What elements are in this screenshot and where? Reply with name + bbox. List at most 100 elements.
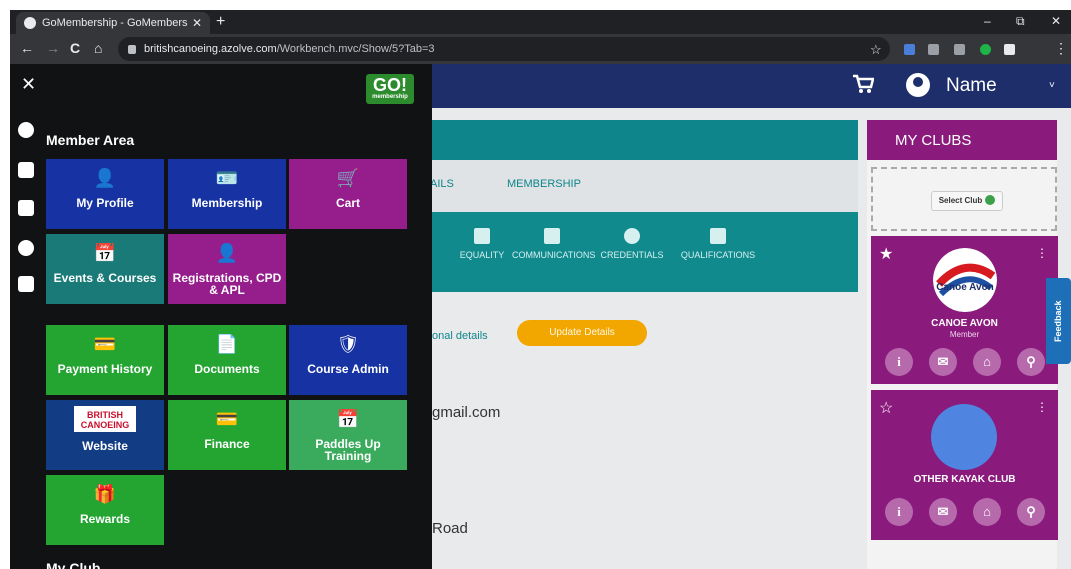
maximize-button[interactable]: ⧉ <box>1016 14 1025 29</box>
chrome-menu-icon[interactable]: ⋮ <box>1054 40 1068 57</box>
bookmark-star-icon[interactable]: ☆ <box>870 42 882 58</box>
back-button[interactable]: ← <box>20 40 34 56</box>
browser-window: GoMembership - GoMembership ✕ + – ⧉ ✕ ← … <box>10 10 1071 569</box>
tile-website[interactable]: BRITISH CANOEING Website <box>46 400 164 470</box>
screenshot-root: GoMembership - GoMembership ✕ + – ⧉ ✕ ← … <box>0 0 1071 569</box>
more-icon[interactable]: ⋮ <box>1036 246 1048 260</box>
tile-label: Registrations, CPD & APL <box>172 271 282 297</box>
tile-label: Course Admin <box>307 362 389 376</box>
tile-label: Website <box>82 439 128 453</box>
new-tab-button[interactable]: + <box>216 13 225 31</box>
tile-finance[interactable]: 💳 Finance <box>168 400 286 470</box>
extension-icon[interactable] <box>904 44 915 55</box>
strip-qualifications[interactable]: QUALIFICATIONS <box>678 228 758 260</box>
heart-icon[interactable] <box>18 122 34 138</box>
credit-card-icon: 💳 <box>93 334 117 354</box>
document-icon <box>544 228 560 244</box>
strip-equality[interactable]: EQUALITY <box>442 228 522 260</box>
extension-icon[interactable] <box>928 44 939 55</box>
url-host: britishcanoeing.azolve.com <box>144 43 277 55</box>
email-icon[interactable]: ✉ <box>929 348 957 376</box>
extension-icon[interactable] <box>954 44 965 55</box>
forward-button[interactable]: → <box>46 40 60 56</box>
home-icon[interactable]: ⌂ <box>973 498 1001 526</box>
lock-icon <box>128 44 136 54</box>
strip-credentials[interactable]: CREDENTIALS <box>592 228 672 260</box>
url-path: /Workbench.mvc/Show/5?Tab=3 <box>276 43 435 55</box>
tile-documents[interactable]: 📄 Documents <box>168 325 286 395</box>
my-club-title: My Club <box>46 560 101 569</box>
logout-icon[interactable] <box>18 276 34 292</box>
browser-tab[interactable]: GoMembership - GoMembership ✕ <box>16 12 210 34</box>
window-close-button[interactable]: ✕ <box>1051 14 1061 28</box>
strip-label: COMMUNICATIONS <box>512 250 596 260</box>
update-details-button[interactable]: Update Details <box>517 320 647 346</box>
tab-close-icon[interactable]: ✕ <box>192 16 202 30</box>
close-icon[interactable]: ✕ <box>21 74 36 95</box>
extension-icon[interactable] <box>980 44 991 55</box>
tab-details[interactable]: AILS <box>430 178 454 190</box>
logo-subtext: membership <box>372 94 408 100</box>
account-icon[interactable] <box>906 73 930 97</box>
club-name: CANOE AVON <box>931 318 998 329</box>
my-clubs-title: MY CLUBS <box>867 120 1057 160</box>
email-icon[interactable]: ✉ <box>929 498 957 526</box>
strip-label: QUALIFICATIONS <box>680 250 756 260</box>
tile-rewards[interactable]: 🎁 Rewards <box>46 475 164 545</box>
tile-payment-history[interactable]: 💳 Payment History <box>46 325 164 395</box>
select-club-button[interactable]: Select Club <box>931 191 1003 211</box>
location-icon[interactable]: ⚲ <box>1017 498 1045 526</box>
calendar-icon: 📅 <box>336 409 360 429</box>
address-bar[interactable]: britishcanoeing.azolve.com /Workbench.mv… <box>118 37 890 61</box>
favorite-star-icon[interactable]: ☆ <box>879 398 893 418</box>
strip-communications[interactable]: COMMUNICATIONS <box>512 228 596 260</box>
tile-registrations[interactable]: 👤 Registrations, CPD & APL <box>168 234 286 304</box>
user-add-icon: 👤 <box>215 243 239 263</box>
credit-card-icon: 💳 <box>215 409 239 429</box>
tab-membership[interactable]: MEMBERSHIP <box>507 178 581 190</box>
tile-membership[interactable]: 🪪 Membership <box>168 159 286 229</box>
badge-icon <box>624 228 640 244</box>
location-icon[interactable]: ⚲ <box>1017 348 1045 376</box>
club-card[interactable]: ☆ ⋮ OTHER KAYAK CLUB i ✉ ⌂ ⚲ <box>871 390 1058 540</box>
favorite-star-icon[interactable]: ★ <box>879 244 893 264</box>
tab-title: GoMembership - GoMembership <box>42 17 188 29</box>
globe-icon <box>24 17 36 29</box>
tile-label: Cart <box>335 196 360 210</box>
help-icon[interactable] <box>18 240 34 256</box>
home-button[interactable]: ⌂ <box>94 40 102 56</box>
plus-icon <box>985 195 996 205</box>
info-icon[interactable]: i <box>885 498 913 526</box>
cart-icon: 🛒 <box>336 168 360 188</box>
cart-icon[interactable] <box>852 74 874 94</box>
strip-label: CREDENTIALS <box>600 250 664 260</box>
certificate-icon <box>710 228 726 244</box>
home-icon[interactable] <box>18 200 34 216</box>
user-name[interactable]: Name <box>946 75 997 97</box>
minimize-button[interactable]: – <box>984 14 991 28</box>
tile-label: Rewards <box>79 512 131 526</box>
tile-cart[interactable]: 🛒 Cart <box>289 159 407 229</box>
tile-events-courses[interactable]: 📅 Events & Courses <box>46 234 164 304</box>
tile-label: Finance <box>204 437 250 451</box>
tile-paddles-up-training[interactable]: 📅 Paddles Up Training <box>289 400 407 470</box>
info-icon[interactable]: i <box>885 348 913 376</box>
tile-course-admin[interactable]: 🛡 Course Admin <box>289 325 407 395</box>
gift-icon: 🎁 <box>93 484 117 504</box>
chevron-down-icon[interactable]: ˅ <box>1049 80 1055 91</box>
scales-icon <box>474 228 490 244</box>
logo-text: Canoe Avon <box>936 282 994 293</box>
tile-label: Events & Courses <box>53 271 157 285</box>
club-card[interactable]: ★ ⋮ Canoe Avon CANOE AVON Member i ✉ ⌂ ⚲ <box>871 236 1058 384</box>
more-icon[interactable]: ⋮ <box>1036 400 1048 414</box>
cart-icon[interactable] <box>18 162 34 178</box>
tile-my-profile[interactable]: 👤 My Profile <box>46 159 164 229</box>
puzzle-icon[interactable] <box>1004 44 1015 55</box>
reload-button[interactable]: C <box>70 40 80 56</box>
home-icon[interactable]: ⌂ <box>973 348 1001 376</box>
toolbar: ← → C ⌂ britishcanoeing.azolve.com /Work… <box>10 34 1071 64</box>
select-club-label: Select Club <box>938 196 983 205</box>
feedback-tab[interactable]: Feedback <box>1046 278 1071 364</box>
strip-label: EQUALITY <box>459 250 505 260</box>
tile-label: My Profile <box>76 196 134 210</box>
